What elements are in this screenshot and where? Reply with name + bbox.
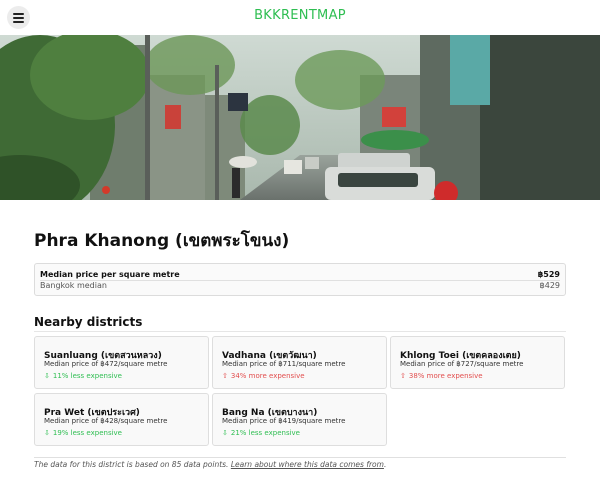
- district-median-label: Median price per square metre: [40, 270, 180, 279]
- nearby-district-median: Median price of ฿711/square metre: [222, 360, 346, 368]
- nearby-district-card[interactable]: Khlong Toei (เขตคลองเตย) Median price of…: [390, 336, 565, 389]
- arrow-up-icon: ⇧: [222, 372, 228, 380]
- nearby-district-card[interactable]: Suanluang (เขตสวนหลวง) Median price of ฿…: [34, 336, 209, 389]
- divider: [34, 457, 566, 458]
- bangkok-median-row: Bangkok median ฿429: [40, 281, 560, 290]
- price-difference: ⇩ 21% less expensive: [222, 429, 300, 437]
- nearby-district-card[interactable]: Vadhana (เขตวัฒนา) Median price of ฿711/…: [212, 336, 387, 389]
- site-brand[interactable]: BKKRENTMAP: [0, 8, 600, 23]
- top-bar: BKKRENTMAP: [0, 0, 600, 35]
- price-difference: ⇩ 19% less expensive: [44, 429, 122, 437]
- nearby-district-median: Median price of ฿472/square metre: [44, 360, 168, 368]
- data-source-text: The data for this district is based on 8…: [34, 460, 231, 469]
- nearby-district-card[interactable]: Bang Na (เขตบางนา) Median price of ฿419/…: [212, 393, 387, 446]
- nearby-district-median: Median price of ฿727/square metre: [400, 360, 524, 368]
- bangkok-median-label: Bangkok median: [40, 281, 107, 290]
- district-title: Phra Khanong (เขตพระโขนง): [34, 231, 290, 251]
- price-difference: ⇧ 34% more expensive: [222, 372, 305, 380]
- divider: [34, 331, 566, 332]
- price-summary: Median price per square metre ฿529 Bangk…: [34, 263, 566, 296]
- data-source-link[interactable]: Learn about where this data comes from: [231, 460, 384, 469]
- district-median-row: Median price per square metre ฿529: [40, 270, 560, 279]
- hero-street-photo: [0, 35, 600, 200]
- arrow-down-icon: ⇩: [222, 429, 228, 437]
- nearby-district-card[interactable]: Pra Wet (เขตประเวศ) Median price of ฿428…: [34, 393, 209, 446]
- price-difference: ⇩ 11% less expensive: [44, 372, 122, 380]
- arrow-up-icon: ⇧: [400, 372, 406, 380]
- nearby-district-median: Median price of ฿419/square metre: [222, 417, 346, 425]
- district-median-value: ฿529: [537, 270, 560, 279]
- bangkok-median-value: ฿429: [539, 281, 560, 290]
- data-source-suffix: .: [383, 460, 387, 469]
- nearby-districts-heading: Nearby districts: [34, 315, 143, 329]
- arrow-down-icon: ⇩: [44, 372, 50, 380]
- data-source-note: The data for this district is based on 8…: [34, 460, 386, 469]
- nearby-district-median: Median price of ฿428/square metre: [44, 417, 168, 425]
- price-difference: ⇧ 38% more expensive: [400, 372, 483, 380]
- arrow-down-icon: ⇩: [44, 429, 50, 437]
